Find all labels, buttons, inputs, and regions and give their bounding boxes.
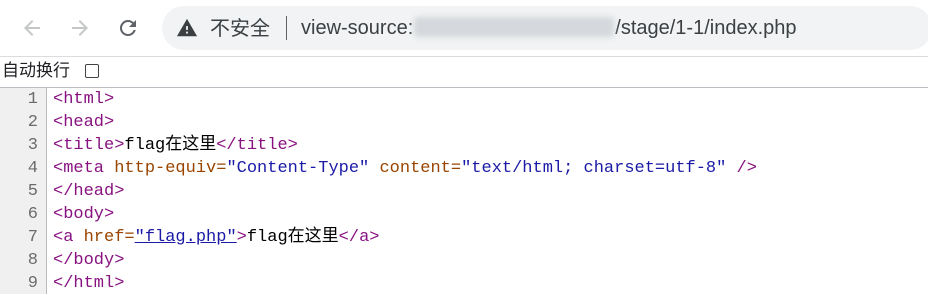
attr-token: content=: [369, 159, 462, 178]
tag-token: </body>: [53, 251, 125, 270]
warning-triangle-icon[interactable]: [176, 17, 198, 39]
source-line: 3 <title>flag在这里</title>: [0, 134, 928, 157]
source-line: 2 <head>: [0, 111, 928, 134]
back-arrow-icon[interactable]: [14, 10, 50, 46]
value-token: "Content-Type": [226, 159, 370, 178]
tag-token: </title>: [216, 136, 298, 155]
line-number: 8: [27, 251, 38, 270]
line-number: 2: [27, 113, 38, 132]
line-number: 4: [27, 159, 38, 178]
source-line: 7 <a href="flag.php">flag在这里</a>: [0, 226, 928, 249]
tag-token: <a: [53, 228, 84, 247]
divider: [286, 16, 287, 40]
line-code: </body>: [53, 249, 124, 272]
href-link[interactable]: "flag.php": [135, 228, 237, 247]
tag-token: </a>: [338, 228, 380, 247]
url-text[interactable]: view-source: /stage/1-1/index.php: [301, 14, 797, 42]
source-line: 9 </html>: [0, 272, 928, 295]
source-line: 5 </head>: [0, 180, 928, 203]
value-token: "text/html; charset=utf-8": [461, 159, 727, 178]
line-number: 6: [27, 205, 38, 224]
text-token: flag在这里: [124, 136, 217, 155]
line-number: 9: [27, 274, 38, 293]
reload-icon[interactable]: [110, 10, 146, 46]
tag-token: >: [236, 228, 247, 247]
tag-token: <body>: [53, 205, 115, 224]
line-code: <meta http-equiv="Content-Type" content=…: [53, 157, 757, 180]
line-code: <title>flag在这里</title>: [53, 134, 298, 157]
text-token: flag在这里: [246, 228, 339, 247]
source-line: 1 <html>: [0, 88, 928, 111]
tag-token: />: [726, 159, 757, 178]
line-code: <head>: [53, 111, 114, 134]
security-label[interactable]: 不安全: [210, 14, 270, 42]
tag-token: </html>: [53, 274, 125, 293]
tag-token: <html>: [53, 90, 115, 109]
line-wrap-label: 自动换行: [2, 61, 70, 81]
source-line: 6 <body>: [0, 203, 928, 226]
source-view: 1 <html> 2 <head> 3 <title>flag在这里</titl…: [0, 88, 928, 294]
forward-arrow-icon[interactable]: [62, 10, 98, 46]
line-code: <body>: [53, 203, 114, 226]
source-line: 8 </body>: [0, 249, 928, 272]
line-number: 3: [27, 136, 38, 155]
redacted-host: [414, 17, 615, 37]
attr-token: href=: [83, 228, 135, 247]
url-prefix: view-source:: [301, 17, 414, 39]
line-wrap-bar: 自动换行: [0, 56, 928, 88]
tag-token: <head>: [53, 113, 115, 132]
tag-token: <meta: [53, 159, 115, 178]
line-code: </head>: [53, 180, 124, 203]
line-number: 7: [27, 228, 38, 247]
line-code: <html>: [53, 88, 114, 111]
url-path: /stage/1-1/index.php: [615, 17, 797, 39]
line-wrap-checkbox[interactable]: [85, 64, 99, 78]
source-line: 4 <meta http-equiv="Content-Type" conten…: [0, 157, 928, 180]
browser-toolbar: 不安全 view-source: /stage/1-1/index.php: [0, 0, 928, 56]
attr-token: http-equiv=: [114, 159, 227, 178]
line-number: 5: [27, 182, 38, 201]
tag-token: <title>: [53, 136, 125, 155]
line-code: <a href="flag.php">flag在这里</a>: [53, 226, 379, 249]
tag-token: </head>: [53, 182, 125, 201]
line-number: 1: [27, 90, 38, 109]
address-bar[interactable]: 不安全 view-source: /stage/1-1/index.php: [162, 6, 928, 50]
line-code: </html>: [53, 272, 124, 295]
